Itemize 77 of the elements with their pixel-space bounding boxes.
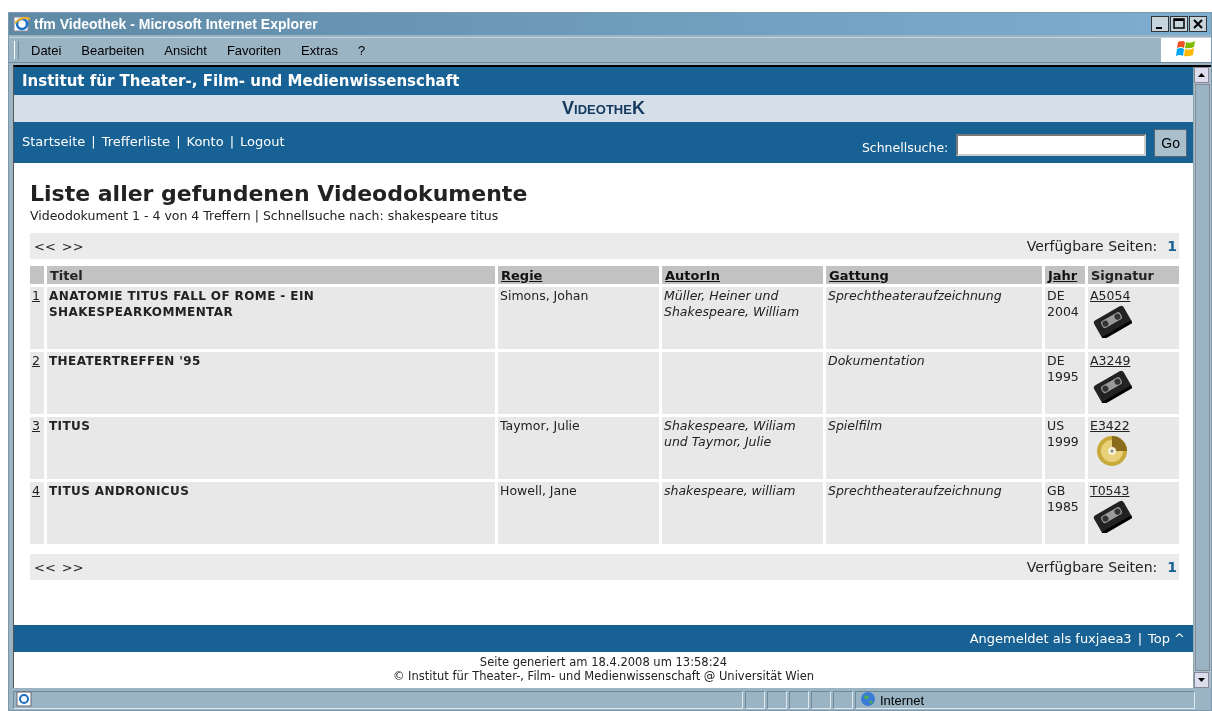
menu-item[interactable]: Ansicht (164, 42, 207, 58)
country-code: DE (1047, 288, 1066, 304)
year-text: 1985 (1047, 499, 1080, 515)
genre-text: Spielfilm (828, 418, 883, 433)
search-field[interactable] (956, 133, 1147, 156)
genre-text: Sprechtheateraufzeichnung (828, 288, 1002, 303)
separator: | (91, 134, 96, 149)
page-link[interactable]: 1 (1167, 559, 1177, 575)
status-pane (811, 691, 831, 709)
row-number-link[interactable]: 4 (32, 483, 40, 498)
next-link[interactable]: >> (61, 559, 84, 575)
globe-icon (860, 690, 876, 707)
menu-item[interactable]: Extras (301, 42, 338, 58)
director-name: Howell, Jane (500, 483, 577, 498)
country-code: GB (1047, 483, 1067, 499)
go-button[interactable]: Go (1154, 128, 1187, 157)
nav-link[interactable]: Konto (186, 134, 224, 149)
status-pane (833, 691, 853, 709)
page-heading: Liste aller gefundenen Videodokumente (30, 181, 529, 206)
status-pane (745, 691, 765, 709)
previous-link[interactable]: << (34, 559, 56, 575)
security-zone: Internet (880, 692, 925, 708)
nav-link[interactable]: Trefferliste (101, 134, 171, 149)
status-pane (767, 691, 787, 709)
maximize-icon (1170, 16, 1188, 32)
nav-link[interactable]: Startseite (22, 134, 86, 149)
browser-icon (13, 15, 31, 33)
genre-text: Sprechtheateraufzeichnung (828, 483, 1002, 498)
window-title: tfm Videothek - Microsoft Internet Explorer (34, 16, 319, 32)
pages-label: Verfügbare Seiten: (1026, 238, 1158, 254)
scroll-bar[interactable] (1193, 67, 1211, 688)
separator: | (176, 134, 181, 149)
genre-text: Dokumentation (828, 353, 925, 368)
close-icon (1189, 16, 1207, 32)
page-link[interactable]: 1 (1167, 238, 1177, 254)
logged-in-text: Angemeldet als fuxjaea3 (969, 631, 1132, 646)
search-label: Schnellsuche: (861, 140, 949, 155)
result-summary: Videodokument 1 - 4 von 4 Treffern | Schnellsuche nach: shakespeare titus (30, 208, 500, 223)
author-name: Shakespeare, Wiliam und Taymor, Julie (664, 418, 796, 449)
separator: | (1137, 631, 1143, 646)
row-number-link[interactable]: 1 (32, 288, 40, 303)
header-cell (30, 266, 44, 284)
menu-item[interactable]: Bearbeiten (81, 42, 145, 58)
previous-link[interactable]: << (34, 238, 56, 254)
director-name: Simons, Johan (500, 288, 589, 303)
author-name: Müller, Heiner und Shakespeare, William (664, 288, 800, 319)
status-pane (789, 691, 809, 709)
page-icon (16, 690, 32, 707)
pages-label: Verfügbare Seiten: (1026, 559, 1158, 575)
generated-text: Seite generiert am 18.4.2008 um 13:58:24 (478, 655, 729, 669)
site-title: VideotheK (562, 98, 645, 119)
year-text: 1995 (1047, 369, 1080, 385)
year-text: 2004 (1047, 304, 1080, 320)
row-number-link[interactable]: 2 (32, 353, 40, 368)
copyright-text: © Institut für Theater-, Film- und Medienwissenschaft @ Universität Wien (391, 669, 816, 683)
video-title: TITUS (49, 419, 91, 433)
separator: | (229, 134, 235, 149)
director-name: Taymor, Julie (500, 418, 580, 433)
row-number-link[interactable]: 3 (32, 418, 40, 433)
menu-item[interactable]: Favoriten (226, 42, 282, 58)
next-link[interactable]: >> (61, 238, 84, 254)
column-header: Signatur (1091, 267, 1155, 283)
video-title: THEATERTREFFEN '95 (49, 354, 201, 368)
scroll-down-icon (1194, 672, 1209, 688)
country-code: US (1047, 418, 1066, 434)
nav-link[interactable]: Logout (240, 134, 285, 149)
minimize-icon (1151, 16, 1169, 32)
year-text: 1999 (1047, 434, 1080, 450)
video-title: ANATOMIE TITUS FALL OF ROME - EIN SHAKESPEARKOMMENTAR (49, 289, 315, 319)
menu-item[interactable]: ? (357, 42, 366, 58)
country-code: DE (1047, 353, 1066, 369)
top-link[interactable]: Top ^ (1148, 631, 1185, 646)
menu-item[interactable]: Datei (31, 42, 62, 58)
column-header: Titel (50, 267, 83, 283)
video-title: TITUS ANDRONICUS (49, 484, 190, 498)
author-name: shakespeare, william (664, 483, 796, 498)
institute-name: Institut für Theater-, Film- und Medienwissenschaft (22, 72, 460, 90)
